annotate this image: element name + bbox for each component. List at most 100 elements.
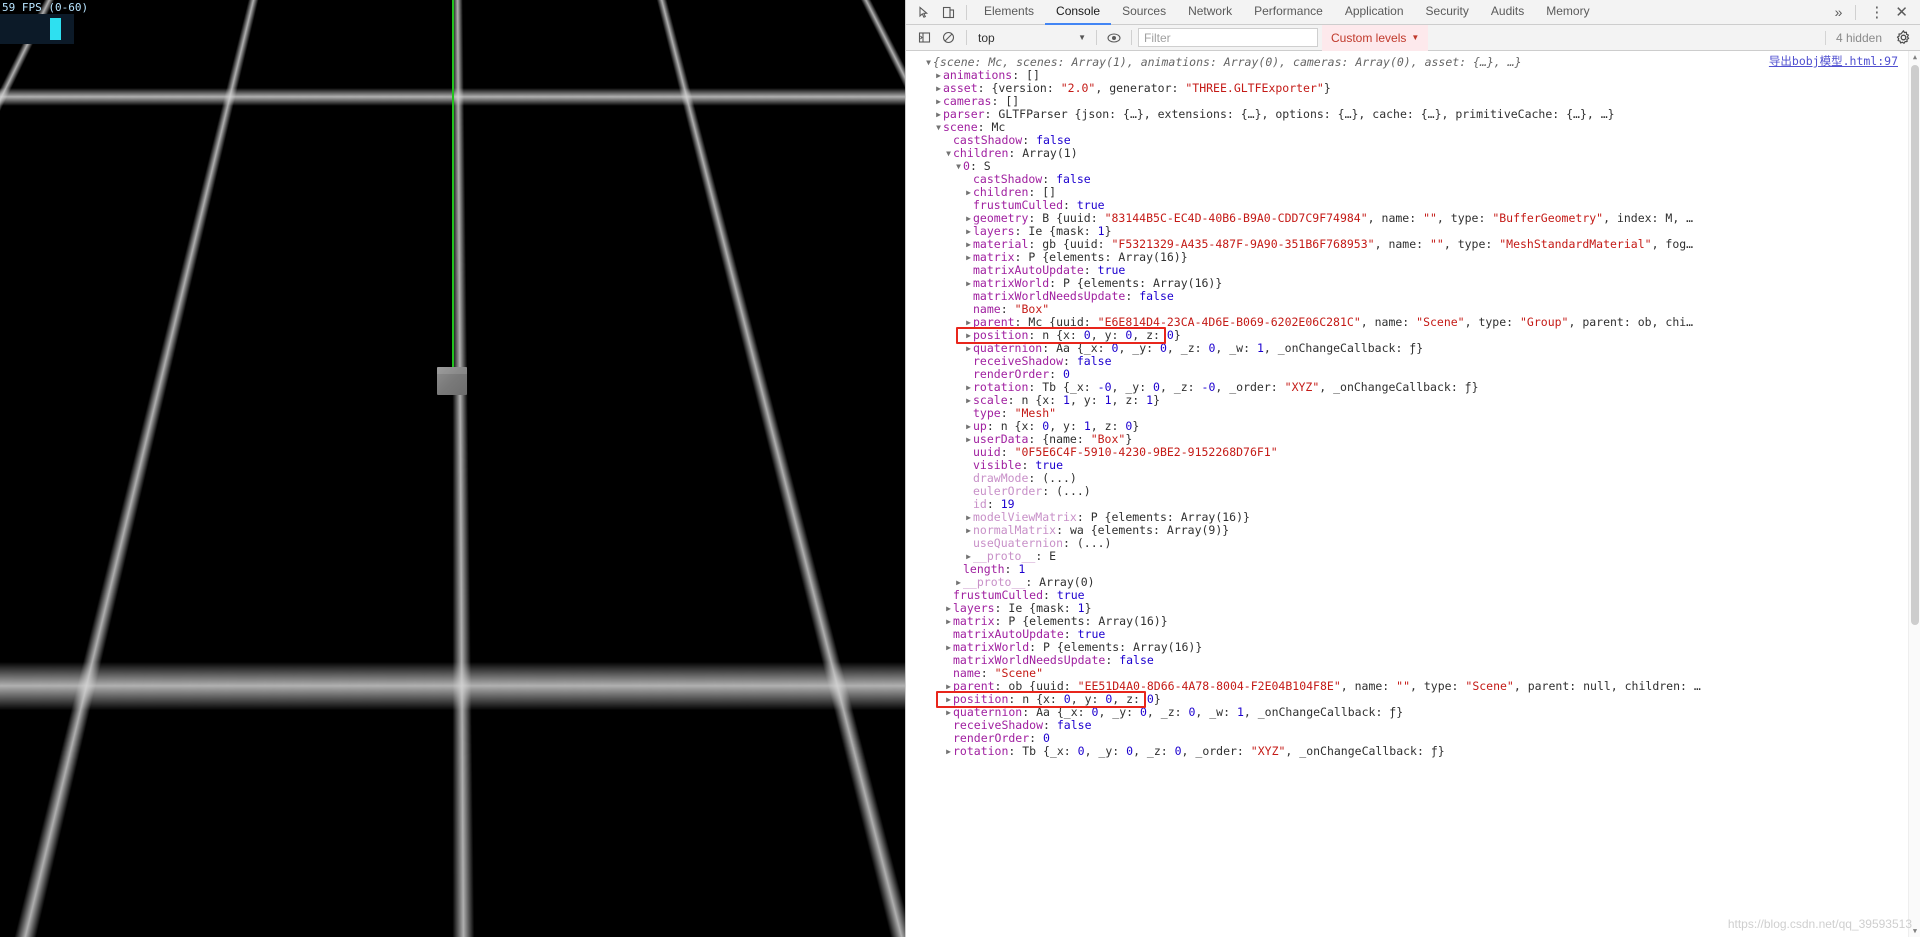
expand-triangle-right-icon[interactable]: ▶: [964, 329, 973, 342]
inspect-element-icon[interactable]: [912, 1, 936, 23]
execution-context-select[interactable]: top ▼: [975, 28, 1090, 47]
expand-triangle-right-icon[interactable]: ▶: [964, 511, 973, 524]
token: : Array(1): [1008, 146, 1078, 160]
expand-triangle-right-icon[interactable]: ▶: [944, 706, 953, 719]
token: 1: [1236, 705, 1244, 719]
console-object-row[interactable]: ▶ asset: {version: "2.0", generator: "THR…: [906, 82, 1920, 95]
expand-triangle-right-icon[interactable]: ▶: [944, 680, 953, 693]
tabbar-divider-2: [1855, 4, 1857, 20]
expand-triangle-down-icon[interactable]: ▼: [944, 147, 953, 160]
box-mesh[interactable]: [437, 367, 467, 395]
console-object-row[interactable]: eulerOrder: (...): [906, 485, 1920, 498]
console-sidebar-toggle-icon[interactable]: [912, 27, 936, 49]
expand-triangle-right-icon[interactable]: ▶: [944, 745, 953, 758]
console-log-area[interactable]: 导出bobj模型.html:97 ▼ {scene: Mc, scenes: Ar…: [906, 51, 1920, 937]
clear-console-icon[interactable]: [936, 27, 960, 49]
expand-triangle-right-icon[interactable]: ▶: [934, 108, 943, 121]
expand-triangle-down-icon[interactable]: ▼: [934, 121, 943, 134]
console-object-row[interactable]: matrixWorldNeedsUpdate: false: [906, 290, 1920, 303]
live-expression-eye-icon[interactable]: [1103, 28, 1125, 48]
token: "": [1423, 211, 1437, 225]
gear-icon[interactable]: [1892, 28, 1914, 48]
tab-security[interactable]: Security: [1415, 0, 1480, 25]
expand-triangle-right-icon[interactable]: ▶: [964, 225, 973, 238]
token: "BufferGeometry": [1492, 211, 1604, 225]
devtools-menu-icon[interactable]: ⋮: [1862, 5, 1891, 20]
tab-console[interactable]: Console: [1045, 0, 1112, 25]
token: :: [1125, 289, 1140, 303]
token: -0: [1201, 380, 1216, 394]
console-object-row[interactable]: castShadow: false: [906, 173, 1920, 186]
console-filter-input[interactable]: [1138, 28, 1318, 47]
token: "Scene": [1416, 315, 1465, 329]
expand-triangle-right-icon[interactable]: ▶: [944, 602, 953, 615]
expand-triangle-right-icon[interactable]: ▶: [934, 82, 943, 95]
expand-triangle-down-icon[interactable]: ▼: [924, 56, 933, 69]
tab-application[interactable]: Application: [1334, 0, 1415, 25]
console-scrollbar[interactable]: ▲ ▼: [1908, 51, 1920, 937]
token: : S: [969, 159, 991, 173]
token: renderOrder: [973, 367, 1050, 381]
console-object-row[interactable]: ▶ scale: n {x: 1, y: 1, z: 1}: [906, 394, 1920, 407]
expand-triangle-right-icon[interactable]: ▶: [964, 524, 973, 537]
tab-memory[interactable]: Memory: [1535, 0, 1600, 25]
token: false: [1076, 354, 1112, 368]
tab-performance[interactable]: Performance: [1243, 0, 1334, 25]
console-object-row[interactable]: ▼ children: Array(1): [906, 147, 1920, 160]
token: 19: [1000, 497, 1015, 511]
tab-audits[interactable]: Audits: [1480, 0, 1535, 25]
tab-elements[interactable]: Elements: [973, 0, 1045, 25]
token: , y:: [1090, 328, 1126, 342]
console-object-row[interactable]: ▶ parser: GLTFParser {json: {…}, extensio…: [906, 108, 1920, 121]
tab-sources[interactable]: Sources: [1111, 0, 1177, 25]
expand-triangle-right-icon[interactable]: ▶: [964, 186, 973, 199]
expand-triangle-right-icon[interactable]: ▶: [934, 95, 943, 108]
token: : B {uuid:: [1028, 211, 1105, 225]
hidden-messages-count[interactable]: 4 hidden: [1824, 30, 1892, 45]
token: rotation: [953, 744, 1009, 758]
token: : Mc: [977, 120, 1006, 134]
expand-triangle-right-icon[interactable]: ▶: [964, 342, 973, 355]
token: matrixWorld: [973, 276, 1050, 290]
token: 0: [1139, 705, 1147, 719]
expand-triangle-right-icon[interactable]: ▶: [964, 316, 973, 329]
expand-triangle-right-icon[interactable]: ▶: [964, 381, 973, 394]
expand-triangle-right-icon[interactable]: ▶: [964, 251, 973, 264]
device-toolbar-icon[interactable]: [936, 1, 960, 23]
token: , _onChangeCallback: ƒ}: [1263, 341, 1424, 355]
scroll-up-arrow-icon[interactable]: ▲: [1909, 51, 1920, 63]
expand-triangle-right-icon[interactable]: ▶: [944, 641, 953, 654]
console-object-row[interactable]: matrixWorldNeedsUpdate: false: [906, 654, 1920, 667]
expand-triangle-right-icon[interactable]: ▶: [964, 277, 973, 290]
token: "Group": [1520, 315, 1569, 329]
token: : (...): [1063, 536, 1112, 550]
token: visible: [973, 458, 1022, 472]
expand-triangle-right-icon[interactable]: ▶: [964, 420, 973, 433]
filterbar-divider: [966, 30, 967, 45]
expand-triangle-down-icon[interactable]: ▼: [954, 160, 963, 173]
console-object-row[interactable]: useQuaternion: (...): [906, 537, 1920, 550]
close-devtools-icon[interactable]: ✕: [1891, 5, 1916, 20]
expand-triangle-right-icon[interactable]: ▶: [964, 394, 973, 407]
token: :: [1000, 445, 1015, 459]
console-object-row[interactable]: ▶ __proto__: E: [906, 550, 1920, 563]
more-tabs-icon[interactable]: »: [1828, 5, 1850, 19]
token: : Array(0): [1025, 575, 1095, 589]
expand-triangle-right-icon[interactable]: ▶: [944, 615, 953, 628]
token: : wa {elements: Array(9)}: [1056, 523, 1230, 537]
expand-triangle-right-icon[interactable]: ▶: [944, 693, 953, 706]
token: "XYZ": [1284, 380, 1320, 394]
tab-network[interactable]: Network: [1177, 0, 1243, 25]
scrollbar-thumb[interactable]: [1911, 65, 1919, 625]
three-js-viewport[interactable]: 59 FPS (0-60): [0, 0, 905, 937]
console-object-row[interactable]: ▼ {scene: Mc, scenes: Array(1), animation…: [906, 56, 1920, 69]
expand-triangle-right-icon[interactable]: ▶: [964, 433, 973, 446]
log-levels-dropdown[interactable]: Custom levels ▼: [1322, 24, 1429, 51]
expand-triangle-right-icon[interactable]: ▶: [934, 69, 943, 82]
expand-triangle-right-icon[interactable]: ▶: [964, 238, 973, 251]
token: , _z:: [1133, 744, 1175, 758]
console-object-row[interactable]: ▶ rotation: Tb {_x: 0, _y: 0, _z: 0, _ord…: [906, 745, 1920, 758]
token: , _order:: [1181, 744, 1251, 758]
console-object-row[interactable]: receiveShadow: false: [906, 719, 1920, 732]
expand-triangle-right-icon[interactable]: ▶: [964, 212, 973, 225]
